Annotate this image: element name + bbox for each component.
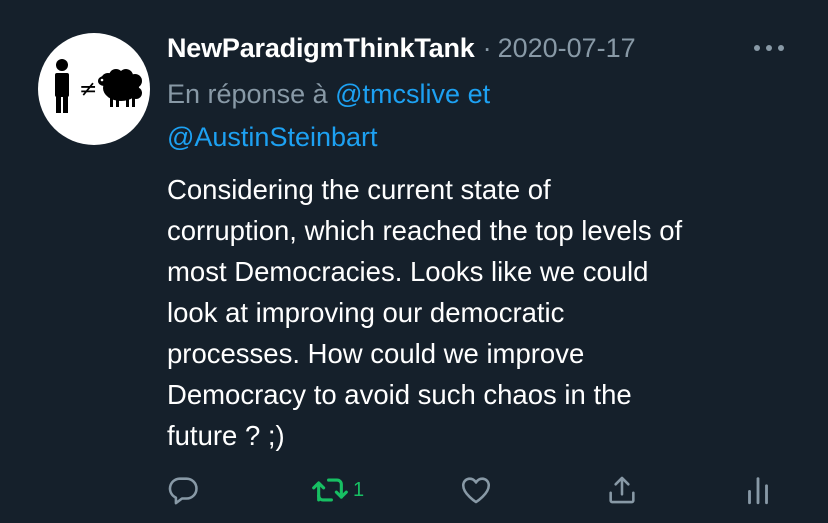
tweet-header: NewParadigmThinkTank · 2020-07-17 bbox=[167, 28, 636, 68]
reply-conjunction[interactable]: et bbox=[468, 79, 491, 109]
like-button[interactable] bbox=[459, 466, 493, 514]
reply-mention-tmcslive[interactable]: @tmcslive bbox=[335, 79, 460, 109]
reply-prefix: En réponse à bbox=[167, 79, 328, 109]
analytics-bars-icon bbox=[748, 477, 768, 505]
share-button[interactable] bbox=[605, 466, 639, 514]
reply-button[interactable] bbox=[166, 466, 200, 514]
avatar-symbol: ≠ bbox=[79, 77, 97, 102]
retweet-button[interactable]: 1 bbox=[310, 466, 364, 514]
reply-bubble-icon bbox=[168, 477, 198, 505]
analytics-button[interactable] bbox=[745, 466, 771, 514]
heart-icon bbox=[461, 477, 491, 504]
tweet-text: Considering the current state of corrupt… bbox=[167, 174, 683, 451]
retweet-count: 1 bbox=[353, 478, 365, 501]
more-options-button[interactable] bbox=[752, 38, 786, 58]
tweet-date[interactable]: 2020-07-17 bbox=[498, 33, 636, 64]
retweet-icon bbox=[312, 478, 348, 502]
share-upload-icon bbox=[609, 476, 635, 504]
tweet-card[interactable]: ≠ NewParadigmThinkTank · 2020-07-17 En r… bbox=[0, 0, 828, 523]
reply-context: En réponse à @tmcslive et @AustinSteinba… bbox=[167, 73, 787, 159]
avatar[interactable]: ≠ bbox=[38, 33, 150, 145]
avatar-person-not-equal-sheep-icon: ≠ bbox=[55, 59, 142, 113]
header-separator: · bbox=[482, 32, 492, 63]
tweet-actions-bar: 1 bbox=[0, 466, 828, 514]
author-name[interactable]: NewParadigmThinkTank bbox=[167, 33, 475, 64]
reply-mention-austinsteinbart[interactable]: @AustinSteinbart bbox=[167, 122, 378, 152]
more-dots-icon bbox=[754, 45, 784, 51]
